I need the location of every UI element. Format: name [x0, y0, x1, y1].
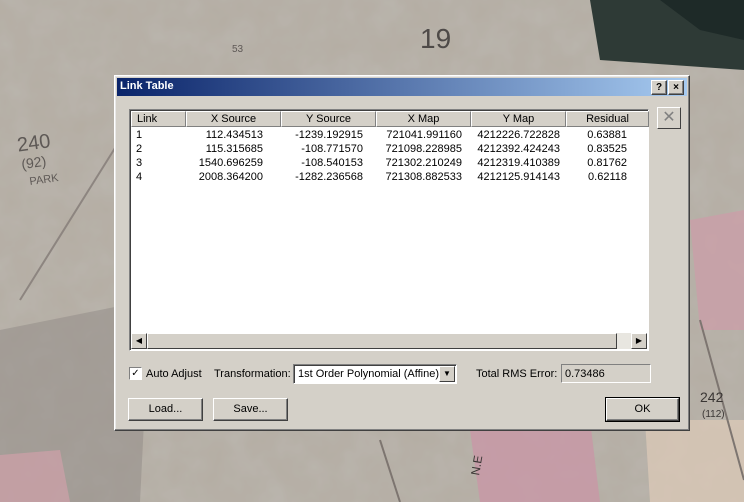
help-icon: ?	[655, 82, 663, 93]
cell-y-source: -1282.236568	[295, 171, 363, 183]
transformation-value: 1st Order Polynomial (Affine)	[298, 368, 440, 380]
cell-y-map: 4212125.914143	[477, 171, 560, 183]
column-header-link[interactable]: Link	[131, 111, 186, 127]
chevron-down-icon: ▼	[443, 369, 451, 378]
cell-x-map: 721302.210249	[385, 157, 462, 169]
rms-error-value: 0.73486	[565, 368, 605, 380]
cell-y-map: 4212392.424243	[477, 143, 560, 155]
cell-link: 3	[136, 157, 143, 169]
cell-x-source: 1540.696259	[198, 157, 263, 169]
horizontal-scrollbar[interactable]: ◀ ▶	[131, 333, 647, 349]
cell-x-source: 2008.364200	[198, 171, 263, 183]
scroll-thumb[interactable]	[147, 333, 617, 349]
map-label-242: 242	[700, 389, 724, 405]
cell-link: 4	[136, 171, 143, 183]
column-header-y-source[interactable]: Y Source	[281, 111, 376, 127]
cell-link: 2	[136, 143, 143, 155]
scroll-left-icon: ◀	[135, 336, 143, 345]
cell-y-map: 4212319.410389	[477, 157, 560, 169]
cell-y-source: -108.771570	[301, 143, 363, 155]
cell-x-source: 112.434513	[205, 129, 263, 141]
column-header-x-source[interactable]: X Source	[186, 111, 281, 127]
map-label-19: 19	[420, 23, 451, 54]
column-header-y-map[interactable]: Y Map	[471, 111, 566, 127]
cell-y-source: -1239.192915	[295, 129, 363, 141]
scroll-right-icon: ▶	[635, 336, 643, 345]
cell-x-map: 721308.882533	[385, 171, 462, 183]
delete-icon: ✕	[662, 109, 676, 126]
rms-error-label: Total RMS Error:	[476, 368, 558, 380]
column-header-residual[interactable]: Residual	[566, 111, 649, 127]
link-list[interactable]: Link X Source Y Source X Map Y Map Resid…	[129, 109, 649, 351]
cell-residual: 0.81762	[587, 157, 627, 169]
close-icon: ×	[673, 82, 679, 93]
transformation-select[interactable]: 1st Order Polynomial (Affine) ▼	[293, 364, 457, 384]
cell-y-map: 4212226.722828	[477, 129, 560, 141]
rms-error-field: 0.73486	[561, 364, 651, 383]
column-header-x-map[interactable]: X Map	[376, 111, 471, 127]
dialog-title: Link Table	[120, 80, 174, 92]
transformation-label: Transformation:	[214, 368, 291, 380]
checkmark-icon: ✓	[131, 368, 140, 379]
delete-link-button[interactable]: ✕	[657, 107, 681, 129]
auto-adjust-checkbox[interactable]: ✓	[129, 367, 142, 380]
cell-residual: 0.62118	[588, 171, 627, 183]
auto-adjust-label[interactable]: Auto Adjust	[146, 368, 202, 380]
dropdown-button[interactable]: ▼	[439, 366, 455, 382]
help-button[interactable]: ?	[651, 80, 667, 95]
cell-x-source: 115.315685	[205, 143, 263, 155]
map-label-240: 240	[16, 130, 52, 156]
map-label-53: 53	[232, 44, 244, 55]
cell-link: 1	[136, 129, 143, 141]
scroll-left-button[interactable]: ◀	[131, 333, 147, 349]
cell-y-source: -108.540153	[301, 157, 363, 169]
cell-residual: 0.63881	[587, 129, 627, 141]
load-button[interactable]: Load...	[128, 398, 203, 421]
link-table-dialog: Link Table ? × Link X Source Y Source X …	[114, 75, 690, 431]
cell-x-map: 721041.991160	[386, 129, 462, 141]
map-label-112: (112)	[702, 409, 725, 420]
scroll-right-button[interactable]: ▶	[631, 333, 647, 349]
close-button[interactable]: ×	[668, 80, 684, 95]
save-button[interactable]: Save...	[213, 398, 288, 421]
cell-residual: 0.83525	[587, 143, 627, 155]
cell-x-map: 721098.228985	[385, 143, 462, 155]
title-bar[interactable]: Link Table ? ×	[117, 78, 687, 96]
ok-button[interactable]: OK	[605, 397, 680, 422]
